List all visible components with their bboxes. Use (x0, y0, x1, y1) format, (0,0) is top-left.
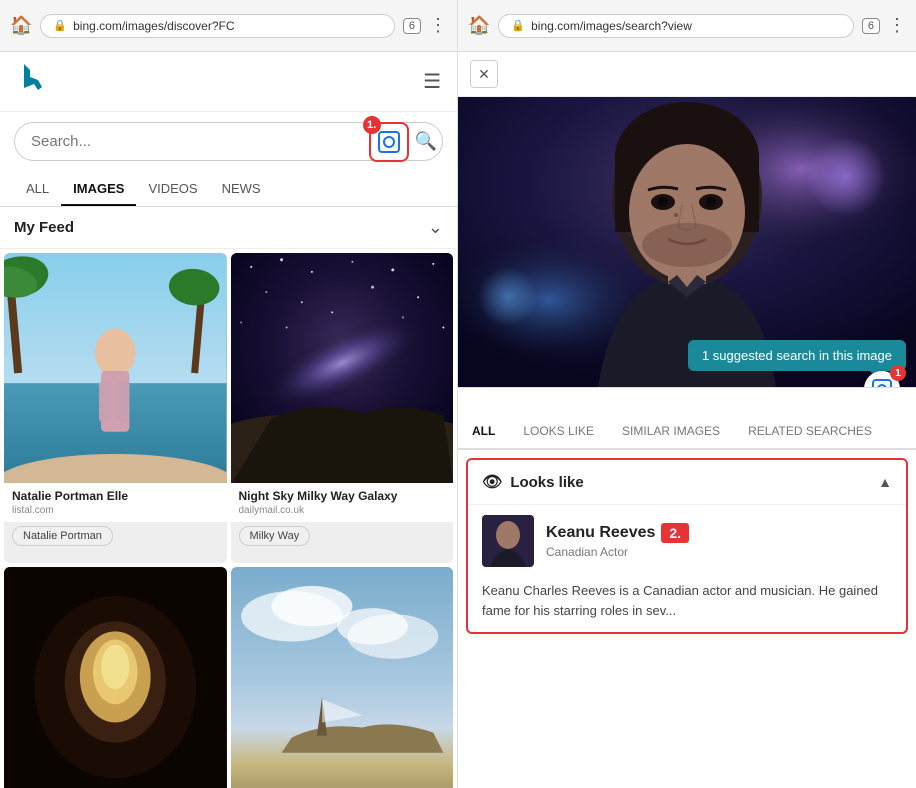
person-name: Keanu Reeves (546, 524, 655, 542)
bing-logo[interactable] (16, 60, 48, 103)
looks-like-header: 👁 Looks like ▲ (468, 460, 906, 504)
natalie-image (4, 253, 227, 483)
search-icons-right: 1. 🔍 (369, 122, 437, 162)
looks-like-title: 👁 Looks like (482, 472, 584, 492)
eye-icon: 👁 (482, 472, 502, 492)
tab-similar-images[interactable]: SIMILAR IMAGES (608, 414, 734, 448)
panel-header: ✕ (458, 52, 916, 97)
url-box-left[interactable]: 🔒 bing.com/images/discover?FC (40, 14, 394, 38)
chevron-down-icon[interactable]: ⌄ (428, 217, 443, 238)
milky-tag[interactable]: Milky Way (239, 526, 311, 546)
suggested-search-text: 1 suggested search in this image (702, 348, 892, 363)
card-natalie[interactable]: Natalie Portman Elle listal.com Natalie … (4, 253, 227, 563)
tab-count-right[interactable]: 6 (862, 18, 880, 34)
home-icon[interactable]: 🏠 (10, 15, 32, 36)
tab-images[interactable]: IMAGES (61, 171, 136, 206)
menu-dots-left[interactable]: ⋮ (429, 15, 447, 36)
visual-search-button[interactable]: 1. (369, 122, 409, 162)
tab-all[interactable]: ALL (14, 171, 61, 206)
image-grid: Natalie Portman Elle listal.com Natalie … (0, 249, 457, 788)
home-icon-right[interactable]: 🏠 (468, 15, 490, 36)
badge-count: 1 (890, 365, 906, 381)
lock-icon-left: 🔒 (53, 19, 67, 32)
visual-search-float-icon (872, 379, 892, 387)
tab-looks-like[interactable]: LOOKS LIKE (509, 414, 608, 448)
tab-count-left[interactable]: 6 (403, 18, 421, 34)
left-browser-panel: 🏠 🔒 bing.com/images/discover?FC 6 ⋮ ☰ 1.… (0, 0, 458, 788)
right-browser-panel: 🏠 🔒 bing.com/images/search?view 6 ⋮ ✕ (458, 0, 916, 788)
lock-icon-right: 🔒 (511, 19, 525, 32)
bg-light-blue (478, 267, 538, 327)
bing-header: ☰ (0, 52, 457, 112)
person-info: Keanu Reeves 2. Canadian Actor (546, 523, 892, 559)
tab-all-right[interactable]: ALL (458, 414, 509, 450)
milky-image (231, 253, 454, 483)
card-cave[interactable] (4, 567, 227, 788)
keanu-main-image: 1 suggested search in this image 1 (458, 97, 916, 387)
url-box-right[interactable]: 🔒 bing.com/images/search?view (498, 14, 853, 38)
tab-videos[interactable]: VIDEOS (136, 171, 209, 206)
browser-bar-right: 🏠 🔒 bing.com/images/search?view 6 ⋮ (458, 0, 916, 52)
natalie-card-label: Natalie Portman Elle listal.com (4, 483, 227, 522)
close-button[interactable]: ✕ (470, 60, 498, 88)
my-feed-header: My Feed ⌄ (0, 207, 457, 249)
nav-tabs: ALL IMAGES VIDEOS NEWS (0, 171, 457, 207)
tab-news[interactable]: NEWS (210, 171, 273, 206)
browser-bar-left: 🏠 🔒 bing.com/images/discover?FC 6 ⋮ (0, 0, 457, 52)
hamburger-menu[interactable]: ☰ (423, 69, 441, 94)
card-milky[interactable]: Night Sky Milky Way Galaxy dailymail.co.… (231, 253, 454, 563)
visual-search-icon (378, 131, 400, 153)
bg-light-purple (806, 137, 886, 217)
image-search-panel: ✕ (458, 52, 916, 388)
right-panel-tabs: ALL LOOKS LIKE SIMILAR IMAGES RELATED SE… (458, 414, 916, 450)
person-result[interactable]: Keanu Reeves 2. Canadian Actor (468, 504, 906, 577)
milky-title: Night Sky Milky Way Galaxy (239, 489, 446, 503)
card-sky[interactable] (231, 567, 454, 788)
looks-like-label: Looks like (510, 474, 583, 491)
menu-dots-right[interactable]: ⋮ (888, 15, 906, 36)
collapse-button[interactable]: ▲ (878, 474, 892, 490)
step-2-badge: 2. (661, 523, 689, 543)
person-thumbnail (482, 515, 534, 567)
milky-card-label: Night Sky Milky Way Galaxy dailymail.co.… (231, 483, 454, 522)
sky-image (231, 567, 454, 788)
tab-related-searches[interactable]: RELATED SEARCHES (734, 414, 886, 448)
cave-image (4, 567, 227, 788)
url-text-right: bing.com/images/search?view (531, 19, 841, 33)
looks-like-section: 👁 Looks like ▲ Keanu Reeves 2. Canadian … (466, 458, 908, 634)
url-text-left: bing.com/images/discover?FC (73, 19, 382, 33)
search-bar-container: 1. 🔍 (0, 112, 457, 171)
natalie-source: listal.com (12, 505, 219, 516)
natalie-title: Natalie Portman Elle (12, 489, 219, 503)
natalie-tag[interactable]: Natalie Portman (12, 526, 113, 546)
person-subtitle: Canadian Actor (546, 545, 892, 559)
person-description: Keanu Charles Reeves is a Canadian actor… (468, 577, 906, 632)
suggested-search-tooltip: 1 suggested search in this image (688, 340, 906, 371)
search-icon[interactable]: 🔍 (415, 131, 437, 152)
milky-source: dailymail.co.uk (239, 505, 446, 516)
my-feed-label: My Feed (14, 219, 74, 236)
